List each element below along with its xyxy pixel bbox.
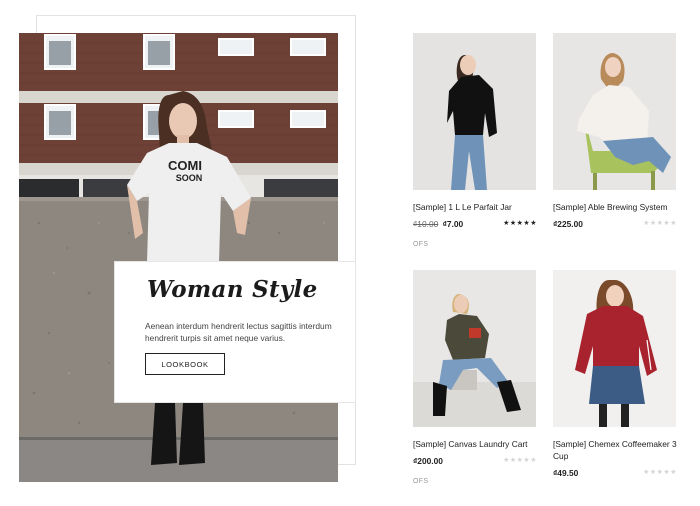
product-name[interactable]: [Sample] 1 L Le Parfait Jar	[413, 201, 537, 213]
product-image[interactable]	[413, 33, 536, 190]
hero-description: Aenean interdum hendrerit lectus sagitti…	[145, 321, 332, 343]
tshirt-print-line2: SOON	[176, 173, 203, 183]
product-image[interactable]	[553, 270, 676, 427]
product-price-row: ₫225.00 ★★★★★	[553, 219, 677, 231]
rating-stars: ★★★★★	[643, 469, 677, 476]
product-old-price: ₫10.00	[413, 219, 439, 229]
product-price-row: ₫10.00 ₫7.00 ★★★★★	[413, 219, 537, 231]
product-price: ₫49.50	[553, 468, 579, 478]
product-card[interactable]: [Sample] Chemex Coffeemaker 3 Cup ₫49.50…	[553, 270, 677, 480]
rating-stars: ★★★★★	[503, 220, 537, 227]
hero-title: Woman Style	[147, 276, 318, 303]
product-name[interactable]: [Sample] Chemex Coffeemaker 3 Cup	[553, 438, 677, 462]
product-card[interactable]: [Sample] Canvas Laundry Cart ₫200.00 ★★★…	[413, 270, 537, 485]
product-price: ₫225.00	[553, 219, 583, 229]
product-image[interactable]	[413, 270, 536, 427]
product-image[interactable]	[553, 33, 676, 190]
product-price-row: ₫200.00 ★★★★★	[413, 456, 537, 468]
product-price-row: ₫49.50 ★★★★★	[553, 468, 677, 480]
product-name[interactable]: [Sample] Able Brewing System	[553, 201, 677, 213]
lookbook-button[interactable]: LOOKBOOK	[145, 353, 225, 375]
product-name[interactable]: [Sample] Canvas Laundry Cart	[413, 438, 537, 450]
tshirt-print-line1: COMI	[168, 158, 202, 173]
rating-stars: ★★★★★	[503, 457, 537, 464]
hero-image: COMI SOON	[19, 33, 338, 482]
product-price: ₫200.00	[413, 456, 443, 466]
rating-stars: ★★★★★	[643, 220, 677, 227]
product-card[interactable]: [Sample] 1 L Le Parfait Jar ₫10.00 ₫7.00…	[413, 33, 537, 248]
stock-label: OFS	[413, 478, 429, 485]
stock-label: OFS	[413, 241, 429, 248]
product-card[interactable]: [Sample] Able Brewing System ₫225.00 ★★★…	[553, 33, 677, 231]
hero-card: Woman Style Aenean interdum hendrerit le…	[115, 262, 355, 402]
product-price: ₫7.00	[442, 219, 464, 229]
